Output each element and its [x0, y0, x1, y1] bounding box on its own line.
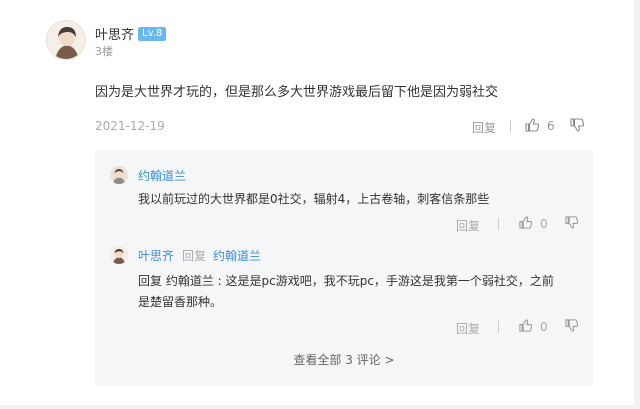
level-badge: Lv.8 [138, 27, 167, 41]
thumbs-down-icon[interactable] [564, 318, 579, 333]
reply-username[interactable]: 叶思齐 [138, 247, 174, 264]
reply-button[interactable]: 回复 [472, 119, 496, 136]
avatar[interactable] [110, 166, 128, 184]
comment-date: 2021-12-19 [95, 119, 165, 133]
thumbs-down-icon[interactable] [569, 117, 585, 133]
reply-to-label: 回复 [182, 249, 207, 263]
like-count: 6 [547, 119, 555, 133]
thumbs-down-icon[interactable] [564, 215, 579, 230]
divider [510, 120, 511, 132]
reply-text: 我以前玩过的大世界都是0社交，辐射4，上古卷轴，刺客信条那些 [138, 192, 490, 206]
thumbs-up-icon[interactable] [524, 117, 540, 133]
comment-username[interactable]: 叶思齐 [95, 24, 134, 43]
avatar[interactable] [110, 246, 128, 264]
comment-text: 因为是大世界才玩的，但是那么多大世界游戏最后留下他是因为弱社交 [95, 85, 499, 100]
like-count: 0 [540, 320, 548, 334]
reply-text-line1: 回复 约翰道兰 : 这是是pc游戏吧，我不玩pc，手游这是我第一个弱社交，之前 [138, 274, 554, 288]
reply-text-line2: 是楚留香那种。 [138, 295, 223, 309]
page-bottom-edge [0, 405, 640, 409]
thumbs-up-icon[interactable] [518, 215, 533, 230]
replies-panel: 约翰道兰 我以前玩过的大世界都是0社交，辐射4，上古卷轴，刺客信条那些 回复 0… [95, 150, 593, 386]
thumbs-up-icon[interactable] [518, 318, 533, 333]
divider [498, 321, 499, 333]
reply-to-username[interactable]: 约翰道兰 [213, 247, 261, 264]
view-all-comments-link[interactable]: 查看全部 3 评论 > [95, 351, 593, 368]
reply-username[interactable]: 约翰道兰 [138, 167, 186, 184]
reply-button[interactable]: 回复 [456, 217, 480, 234]
page-right-edge [634, 0, 640, 409]
like-count: 0 [540, 217, 548, 231]
avatar[interactable] [46, 20, 86, 60]
floor-number: 3楼 [95, 45, 113, 58]
divider [498, 218, 499, 230]
reply-button[interactable]: 回复 [456, 320, 480, 337]
